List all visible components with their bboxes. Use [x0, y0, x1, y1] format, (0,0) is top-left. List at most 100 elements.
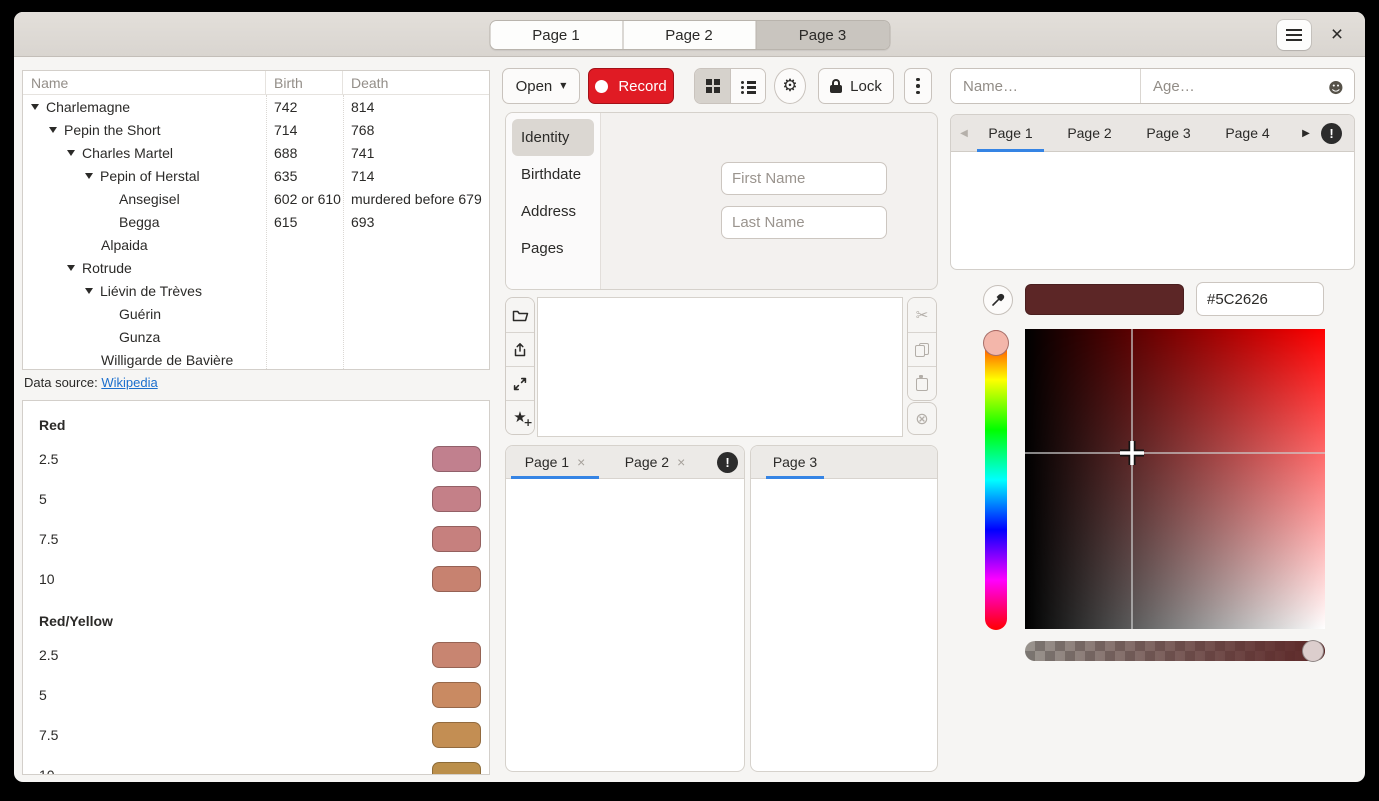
hue-slider-handle[interactable] [983, 330, 1009, 356]
list-item[interactable]: 7.5 [23, 715, 489, 755]
titlebar-tab-page1[interactable]: Page 1 [490, 21, 623, 49]
pager-tab-page4[interactable]: Page 4 [1214, 115, 1281, 152]
titlebar-tab-page3[interactable]: Page 3 [756, 21, 889, 49]
open-file-button[interactable] [506, 298, 534, 332]
wikipedia-link[interactable]: Wikipedia [101, 375, 157, 390]
tab-page3[interactable]: Page 3 [766, 446, 824, 479]
alpha-slider[interactable] [1025, 641, 1325, 661]
chevron-down-icon: ▼ [560, 82, 566, 90]
menu-button[interactable] [1277, 20, 1311, 50]
table-row[interactable]: Alpaida [23, 233, 489, 256]
eyedropper-button[interactable] [983, 285, 1013, 315]
table-row[interactable]: Willigarde de Bavière [23, 348, 489, 370]
pager-tab-page1[interactable]: Page 1 [977, 115, 1044, 152]
first-name-field[interactable] [721, 162, 887, 195]
color-swatch [432, 566, 481, 592]
table-row[interactable]: Begga 615 693 [23, 210, 489, 233]
list-item[interactable]: 10 [23, 559, 489, 599]
pager-tab-page2[interactable]: Page 2 [1056, 115, 1123, 152]
active-tab-underline [977, 149, 1044, 152]
pager-card: ◀ Page 1 Page 2 Page 3 Page 4 ▶ ! [950, 114, 1355, 270]
table-row[interactable]: Pepin of Herstal 635 714 [23, 164, 489, 187]
person-death: 814 [343, 99, 489, 115]
table-row[interactable]: Ansegisel 602 or 610 murdered before 679 [23, 187, 489, 210]
titlebar-tab-page2[interactable]: Page 2 [623, 21, 756, 49]
expand-button[interactable] [506, 366, 534, 400]
person-death: 714 [343, 168, 489, 184]
table-row[interactable]: Gunza [23, 325, 489, 348]
expander-icon[interactable] [67, 150, 75, 156]
table-row[interactable]: Rotrude [23, 256, 489, 279]
alpha-slider-handle[interactable] [1302, 640, 1324, 662]
list-item[interactable]: 10 [23, 755, 489, 775]
expander-icon[interactable] [49, 127, 57, 133]
folder-open-icon [512, 308, 529, 323]
tab-page2[interactable]: Page 2 × [611, 446, 699, 479]
tab-label: Page 3 [773, 454, 817, 470]
list-item[interactable]: 7.5 [23, 519, 489, 559]
hue-slider[interactable] [985, 330, 1007, 630]
tab-overflow-warning-icon[interactable]: ! [1321, 123, 1342, 144]
export-button[interactable] [506, 332, 534, 366]
age-input[interactable] [1141, 69, 1355, 103]
next-tab-arrow-icon[interactable]: ▶ [1293, 128, 1319, 139]
color-swatch [432, 526, 481, 552]
column-divider [343, 95, 344, 369]
pager-tab-page3[interactable]: Page 3 [1135, 115, 1202, 152]
favorite-add-button[interactable]: ★+ [506, 400, 534, 434]
settings-button[interactable]: ⚙ [774, 68, 806, 104]
column-header-birth[interactable]: Birth [266, 71, 343, 94]
open-button[interactable]: Open ▼ [502, 68, 580, 104]
editor-right-buttons: ✂ [907, 297, 937, 401]
emoji-picker-icon[interactable]: ☻ [1326, 78, 1346, 98]
saturation-value-plane[interactable] [1025, 329, 1325, 629]
tab-page1[interactable]: Page 1 × [511, 446, 599, 479]
tab-label: Page 1 [525, 454, 569, 470]
expander-icon[interactable] [31, 104, 39, 110]
table-row[interactable]: Charles Martel 688 741 [23, 141, 489, 164]
expand-arrows-icon [512, 376, 528, 392]
close-window-button[interactable]: × [1323, 20, 1351, 50]
close-tab-icon[interactable]: × [677, 455, 685, 469]
tab-label: Page 3 [1146, 125, 1190, 141]
record-dot-icon [595, 80, 608, 93]
notebook-left: Page 1 × Page 2 × ! [505, 445, 745, 772]
sidebar-item-pages[interactable]: Pages [512, 230, 594, 267]
list-item[interactable]: 2.5 [23, 439, 489, 479]
table-row[interactable]: Pepin the Short 714 768 [23, 118, 489, 141]
cut-button: ✂ [908, 298, 936, 332]
record-button[interactable]: Record [588, 68, 674, 104]
lock-button[interactable]: Lock [818, 68, 894, 104]
hex-color-input[interactable] [1196, 282, 1324, 316]
table-row[interactable]: Charlemagne 742 814 [23, 95, 489, 118]
column-header-death[interactable]: Death [343, 71, 489, 94]
list-item[interactable]: 5 [23, 675, 489, 715]
scale-label: 2.5 [39, 451, 432, 467]
column-header-name[interactable]: Name [23, 71, 266, 94]
editor-left-buttons: ★+ [505, 297, 535, 435]
close-tab-icon[interactable]: × [577, 455, 585, 469]
expander-icon[interactable] [85, 173, 93, 179]
sidebar-item-identity[interactable]: Identity [512, 119, 594, 156]
name-input[interactable] [951, 69, 1141, 103]
more-menu-button[interactable] [904, 68, 932, 104]
scale-label: 2.5 [39, 647, 432, 663]
grid-view-button[interactable] [695, 69, 730, 103]
list-item[interactable]: 5 [23, 479, 489, 519]
scale-label: 5 [39, 687, 432, 703]
tab-overflow-warning-icon[interactable]: ! [717, 452, 738, 473]
expander-icon[interactable] [67, 265, 75, 271]
sidebar-item-address[interactable]: Address [512, 193, 594, 230]
color-swatch [432, 762, 481, 775]
crosshair-icon [1117, 438, 1147, 468]
person-name: Charlemagne [46, 99, 130, 115]
sidebar-item-birthdate[interactable]: Birthdate [512, 156, 594, 193]
person-birth: 602 or 610 [266, 191, 343, 207]
expander-icon[interactable] [85, 288, 93, 294]
list-item[interactable]: 2.5 [23, 635, 489, 675]
table-row[interactable]: Liévin de Trèves [23, 279, 489, 302]
list-view-button[interactable] [730, 69, 765, 103]
table-row[interactable]: Guérin [23, 302, 489, 325]
text-editor-area[interactable] [537, 297, 903, 437]
last-name-field[interactable] [721, 206, 887, 239]
